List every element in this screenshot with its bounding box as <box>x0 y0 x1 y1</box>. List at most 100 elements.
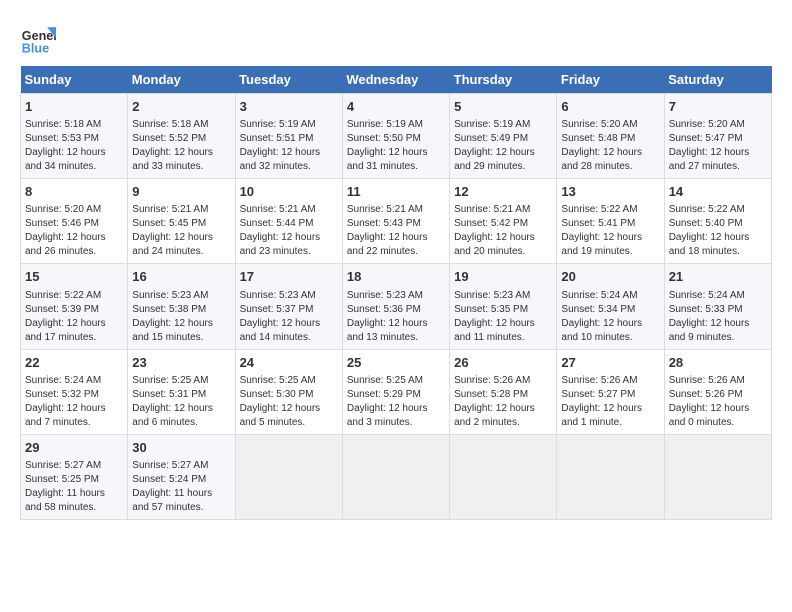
day-info: Sunrise: 5:20 AM Sunset: 5:47 PM Dayligh… <box>669 118 767 174</box>
logo-icon: General Blue <box>20 20 56 56</box>
day-info: Sunrise: 5:23 AM Sunset: 5:35 PM Dayligh… <box>454 289 552 345</box>
day-info: Sunrise: 5:20 AM Sunset: 5:48 PM Dayligh… <box>561 118 659 174</box>
calendar-cell: 17 Sunrise: 5:23 AM Sunset: 5:37 PM Dayli… <box>235 264 342 349</box>
calendar-cell: 9 Sunrise: 5:21 AM Sunset: 5:45 PM Daylig… <box>128 179 235 264</box>
header-sunday: Sunday <box>21 66 128 94</box>
day-number: 21 <box>669 268 767 286</box>
day-number: 4 <box>347 98 445 116</box>
day-info: Sunrise: 5:27 AM Sunset: 5:24 PM Dayligh… <box>132 459 230 515</box>
header-wednesday: Wednesday <box>342 66 449 94</box>
calendar-cell: 6 Sunrise: 5:20 AM Sunset: 5:48 PM Daylig… <box>557 94 664 179</box>
calendar-cell: 28 Sunrise: 5:26 AM Sunset: 5:26 PM Dayli… <box>664 349 771 434</box>
calendar-cell: 29 Sunrise: 5:27 AM Sunset: 5:25 PM Dayli… <box>21 434 128 519</box>
day-number: 6 <box>561 98 659 116</box>
calendar-cell: 21 Sunrise: 5:24 AM Sunset: 5:33 PM Dayli… <box>664 264 771 349</box>
day-number: 13 <box>561 183 659 201</box>
day-info: Sunrise: 5:23 AM Sunset: 5:38 PM Dayligh… <box>132 289 230 345</box>
day-number: 17 <box>240 268 338 286</box>
day-number: 3 <box>240 98 338 116</box>
day-number: 8 <box>25 183 123 201</box>
day-number: 23 <box>132 354 230 372</box>
header-monday: Monday <box>128 66 235 94</box>
day-info: Sunrise: 5:18 AM Sunset: 5:52 PM Dayligh… <box>132 118 230 174</box>
day-number: 27 <box>561 354 659 372</box>
calendar-week-5: 29 Sunrise: 5:27 AM Sunset: 5:25 PM Dayli… <box>21 434 772 519</box>
calendar-cell: 11 Sunrise: 5:21 AM Sunset: 5:43 PM Dayli… <box>342 179 449 264</box>
svg-text:Blue: Blue <box>22 41 49 55</box>
day-info: Sunrise: 5:18 AM Sunset: 5:53 PM Dayligh… <box>25 118 123 174</box>
header-friday: Friday <box>557 66 664 94</box>
header-saturday: Saturday <box>664 66 771 94</box>
day-number: 25 <box>347 354 445 372</box>
day-number: 29 <box>25 439 123 457</box>
day-number: 15 <box>25 268 123 286</box>
calendar-cell: 14Sunrise: 5:22 AM Sunset: 5:40 PM Dayli… <box>664 179 771 264</box>
day-info: Sunrise: 5:25 AM Sunset: 5:31 PM Dayligh… <box>132 374 230 430</box>
calendar-table: SundayMondayTuesdayWednesdayThursdayFrid… <box>20 66 772 520</box>
day-number: 5 <box>454 98 552 116</box>
day-number: 2 <box>132 98 230 116</box>
calendar-cell: 23 Sunrise: 5:25 AM Sunset: 5:31 PM Dayli… <box>128 349 235 434</box>
calendar-cell: 22 Sunrise: 5:24 AM Sunset: 5:32 PM Dayli… <box>21 349 128 434</box>
day-number: 24 <box>240 354 338 372</box>
day-info: Sunrise: 5:26 AM Sunset: 5:28 PM Dayligh… <box>454 374 552 430</box>
day-number: 18 <box>347 268 445 286</box>
day-info: Sunrise: 5:21 AM Sunset: 5:43 PM Dayligh… <box>347 203 445 259</box>
day-number: 9 <box>132 183 230 201</box>
calendar-cell: 3 Sunrise: 5:19 AM Sunset: 5:51 PM Daylig… <box>235 94 342 179</box>
calendar-cell: 7Sunrise: 5:20 AM Sunset: 5:47 PM Daylig… <box>664 94 771 179</box>
day-info: Sunrise: 5:21 AM Sunset: 5:45 PM Dayligh… <box>132 203 230 259</box>
day-info: Sunrise: 5:24 AM Sunset: 5:34 PM Dayligh… <box>561 289 659 345</box>
calendar-cell: 19 Sunrise: 5:23 AM Sunset: 5:35 PM Dayli… <box>450 264 557 349</box>
header-tuesday: Tuesday <box>235 66 342 94</box>
calendar-week-3: 15Sunrise: 5:22 AM Sunset: 5:39 PM Dayli… <box>21 264 772 349</box>
day-number: 10 <box>240 183 338 201</box>
day-info: Sunrise: 5:21 AM Sunset: 5:44 PM Dayligh… <box>240 203 338 259</box>
day-info: Sunrise: 5:24 AM Sunset: 5:33 PM Dayligh… <box>669 289 767 345</box>
calendar-cell: 25 Sunrise: 5:25 AM Sunset: 5:29 PM Dayli… <box>342 349 449 434</box>
calendar-cell: 18 Sunrise: 5:23 AM Sunset: 5:36 PM Dayli… <box>342 264 449 349</box>
header-thursday: Thursday <box>450 66 557 94</box>
calendar-cell: 27Sunrise: 5:26 AM Sunset: 5:27 PM Dayli… <box>557 349 664 434</box>
calendar-cell: 5 Sunrise: 5:19 AM Sunset: 5:49 PM Daylig… <box>450 94 557 179</box>
day-number: 22 <box>25 354 123 372</box>
day-number: 30 <box>132 439 230 457</box>
calendar-cell <box>557 434 664 519</box>
day-info: Sunrise: 5:24 AM Sunset: 5:32 PM Dayligh… <box>25 374 123 430</box>
calendar-cell: 15Sunrise: 5:22 AM Sunset: 5:39 PM Dayli… <box>21 264 128 349</box>
calendar-cell: 10 Sunrise: 5:21 AM Sunset: 5:44 PM Dayli… <box>235 179 342 264</box>
calendar-cell: 30 Sunrise: 5:27 AM Sunset: 5:24 PM Dayli… <box>128 434 235 519</box>
calendar-week-4: 22 Sunrise: 5:24 AM Sunset: 5:32 PM Dayli… <box>21 349 772 434</box>
day-number: 16 <box>132 268 230 286</box>
calendar-cell: 1Sunrise: 5:18 AM Sunset: 5:53 PM Daylig… <box>21 94 128 179</box>
calendar-week-2: 8 Sunrise: 5:20 AM Sunset: 5:46 PM Daylig… <box>21 179 772 264</box>
day-number: 12 <box>454 183 552 201</box>
day-info: Sunrise: 5:20 AM Sunset: 5:46 PM Dayligh… <box>25 203 123 259</box>
page-header: General Blue <box>20 20 772 56</box>
day-info: Sunrise: 5:25 AM Sunset: 5:30 PM Dayligh… <box>240 374 338 430</box>
calendar-cell <box>342 434 449 519</box>
day-number: 26 <box>454 354 552 372</box>
day-info: Sunrise: 5:23 AM Sunset: 5:36 PM Dayligh… <box>347 289 445 345</box>
day-number: 11 <box>347 183 445 201</box>
calendar-cell: 4 Sunrise: 5:19 AM Sunset: 5:50 PM Daylig… <box>342 94 449 179</box>
calendar-cell: 16 Sunrise: 5:23 AM Sunset: 5:38 PM Dayli… <box>128 264 235 349</box>
calendar-cell <box>450 434 557 519</box>
day-info: Sunrise: 5:27 AM Sunset: 5:25 PM Dayligh… <box>25 459 123 515</box>
day-info: Sunrise: 5:26 AM Sunset: 5:26 PM Dayligh… <box>669 374 767 430</box>
day-info: Sunrise: 5:22 AM Sunset: 5:41 PM Dayligh… <box>561 203 659 259</box>
day-number: 28 <box>669 354 767 372</box>
calendar-cell: 8 Sunrise: 5:20 AM Sunset: 5:46 PM Daylig… <box>21 179 128 264</box>
day-number: 19 <box>454 268 552 286</box>
day-info: Sunrise: 5:19 AM Sunset: 5:50 PM Dayligh… <box>347 118 445 174</box>
calendar-cell: 24 Sunrise: 5:25 AM Sunset: 5:30 PM Dayli… <box>235 349 342 434</box>
day-info: Sunrise: 5:25 AM Sunset: 5:29 PM Dayligh… <box>347 374 445 430</box>
calendar-cell: 13 Sunrise: 5:22 AM Sunset: 5:41 PM Dayli… <box>557 179 664 264</box>
calendar-header-row: SundayMondayTuesdayWednesdayThursdayFrid… <box>21 66 772 94</box>
day-info: Sunrise: 5:22 AM Sunset: 5:40 PM Dayligh… <box>669 203 767 259</box>
day-info: Sunrise: 5:21 AM Sunset: 5:42 PM Dayligh… <box>454 203 552 259</box>
day-info: Sunrise: 5:19 AM Sunset: 5:49 PM Dayligh… <box>454 118 552 174</box>
calendar-cell: 20Sunrise: 5:24 AM Sunset: 5:34 PM Dayli… <box>557 264 664 349</box>
day-info: Sunrise: 5:23 AM Sunset: 5:37 PM Dayligh… <box>240 289 338 345</box>
day-info: Sunrise: 5:19 AM Sunset: 5:51 PM Dayligh… <box>240 118 338 174</box>
